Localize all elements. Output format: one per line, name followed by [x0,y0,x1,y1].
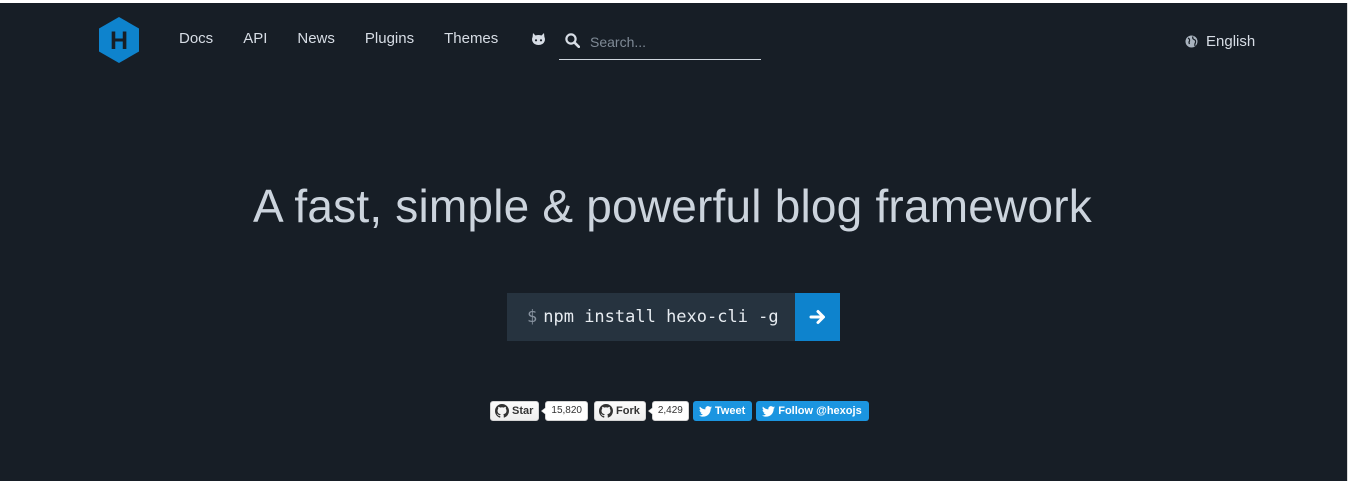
fork-label: Fork [616,405,640,417]
nav-api[interactable]: API [228,27,282,51]
github-star-button[interactable]: Star [490,401,540,421]
search-icon [565,33,580,48]
tweet-button[interactable]: Tweet [692,401,753,421]
get-started-button[interactable] [795,293,840,341]
nav-themes[interactable]: Themes [429,27,513,51]
follow-button[interactable]: Follow @hexojs [756,401,869,421]
install-code[interactable]: $ npm install hexo-cli -g [507,293,795,341]
logo-letter: H [110,27,128,55]
github-icon [495,404,509,418]
github-cat-icon[interactable] [531,32,546,46]
search-box [559,29,761,60]
shell-prompt: $ [527,307,538,327]
language-selector[interactable]: English [1185,31,1255,51]
nav-news[interactable]: News [282,27,350,51]
main-nav: Docs API News Plugins Themes [164,27,546,51]
twitter-bird-icon [698,405,712,417]
social-buttons: Star 15,820 Fork 2,429 Tweet Follow @hex… [490,401,869,421]
fork-count[interactable]: 2,429 [647,401,689,421]
nav-docs[interactable]: Docs [164,27,228,51]
vertical-scrollbar[interactable] [1347,3,1355,481]
globe-icon [1185,35,1198,47]
follow-label: Follow @hexojs [778,405,862,417]
hero-headline: A fast, simple & powerful blog framework [253,180,1092,232]
github-fork-button[interactable]: Fork [594,401,646,421]
language-label: English [1206,32,1256,50]
star-label: Star [512,405,534,417]
arrow-right-icon [809,310,825,324]
star-count[interactable]: 15,820 [541,401,588,421]
page: H Docs API News Plugins Themes English A… [0,3,1348,481]
github-icon [599,404,613,418]
twitter-bird-icon [762,405,776,417]
install-command: npm install hexo-cli -g [543,307,779,327]
install-command-box: $ npm install hexo-cli -g [507,293,840,341]
nav-plugins[interactable]: Plugins [350,27,429,51]
hexo-logo-icon[interactable]: H [98,16,140,64]
search-input[interactable] [590,32,750,52]
tweet-label: Tweet [714,405,746,417]
